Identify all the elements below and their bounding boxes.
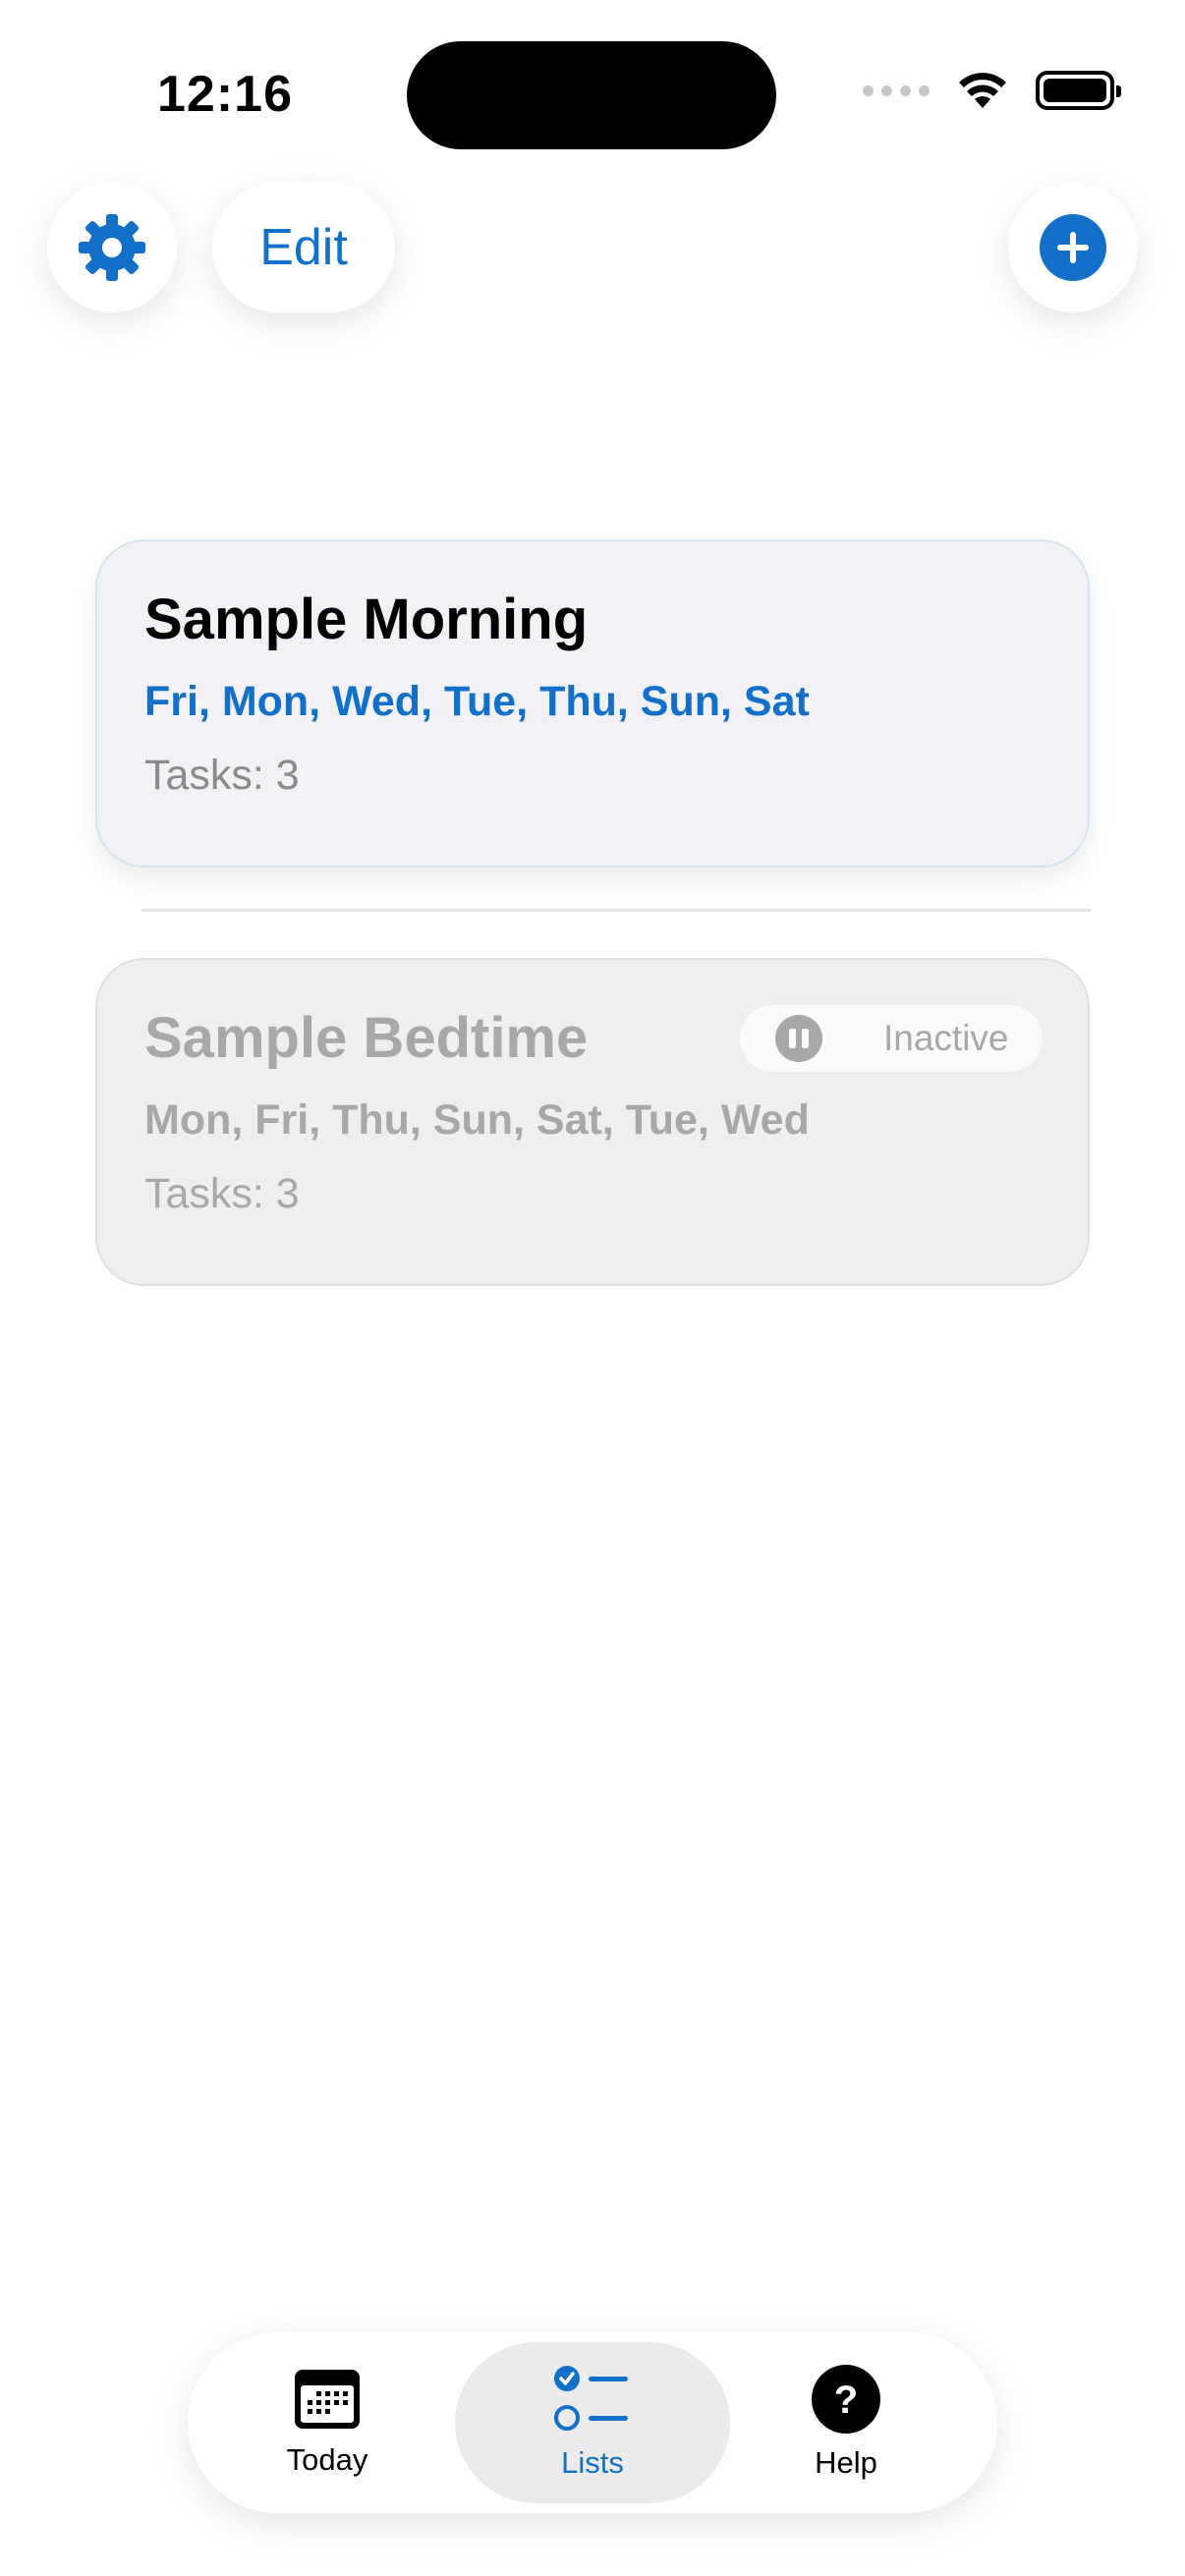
calendar-icon <box>295 2370 360 2429</box>
dynamic-island <box>407 41 776 149</box>
battery-icon <box>1036 71 1121 110</box>
cellular-signal-icon <box>863 84 930 96</box>
list-days: Fri, Mon, Wed, Tue, Thu, Sun, Sat <box>144 678 810 725</box>
list-divider <box>141 909 1091 912</box>
tab-label: Help <box>815 2445 877 2480</box>
tab-help[interactable]: ? Help <box>708 2342 984 2503</box>
inactive-status-badge: Inactive <box>740 1005 1043 1072</box>
list-days: Mon, Fri, Thu, Sun, Sat, Tue, Wed <box>144 1096 810 1144</box>
pause-icon <box>775 1015 822 1062</box>
question-circle-icon: ? <box>812 2365 880 2434</box>
status-badge-label: Inactive <box>883 1018 1009 1058</box>
svg-text:?: ? <box>834 2379 858 2422</box>
tab-today[interactable]: Today <box>190 2342 465 2503</box>
gear-icon <box>79 214 145 281</box>
list-title: Sample Morning <box>144 588 589 651</box>
status-time: 12:16 <box>157 66 293 123</box>
edit-button[interactable]: Edit <box>212 183 395 312</box>
status-indicators <box>863 71 1121 110</box>
wifi-icon <box>959 73 1006 108</box>
list-card-sample-bedtime[interactable]: Sample Bedtime Mon, Fri, Thu, Sun, Sat, … <box>95 958 1090 1286</box>
add-list-button[interactable] <box>1008 183 1138 312</box>
tab-label: Lists <box>561 2445 624 2480</box>
tab-lists[interactable]: Lists <box>455 2342 730 2503</box>
tab-label: Today <box>286 2442 368 2477</box>
list-task-count: Tasks: 3 <box>144 752 300 799</box>
settings-button[interactable] <box>47 183 177 312</box>
plus-circle-icon <box>1040 214 1106 281</box>
checklist-icon <box>554 2366 628 2431</box>
tab-bar: Today Lists ? Help <box>188 2332 997 2513</box>
list-card-sample-morning[interactable]: Sample Morning Fri, Mon, Wed, Tue, Thu, … <box>95 539 1090 868</box>
list-task-count: Tasks: 3 <box>144 1170 300 1217</box>
